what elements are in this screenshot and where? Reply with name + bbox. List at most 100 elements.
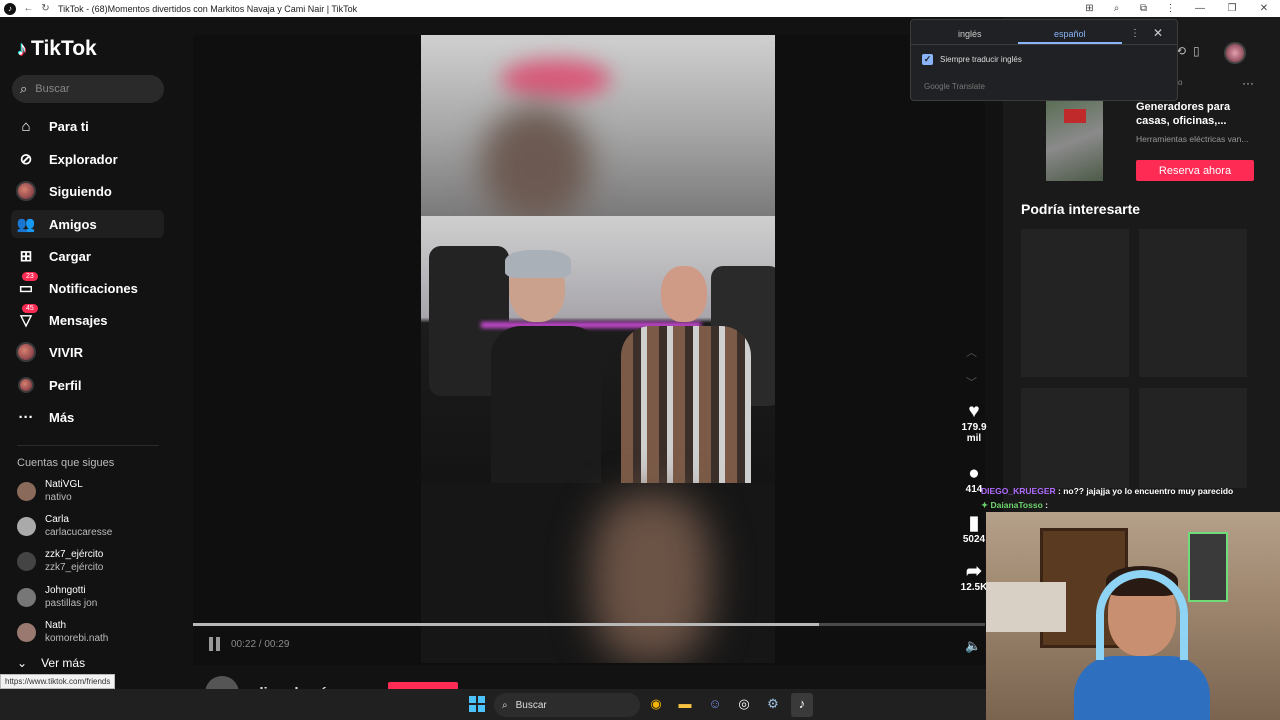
search-input[interactable] [35,83,146,95]
suggested-video-tile[interactable] [1139,229,1247,377]
following-sub: carlacucaresse [45,527,113,538]
translate-popup: inglés español ⋮ ✕ ✓ Siempre traducir in… [910,19,1178,101]
avatar[interactable] [1224,42,1246,64]
window-controls: ⊞ ⌕ ⧉ ⋮ — ❐ ✕ [1076,0,1280,17]
video-player[interactable] [421,35,775,663]
brand-name: TikTok [31,37,97,60]
menu-icon[interactable]: ⋮ [1157,3,1184,14]
page-title: TikTok - (68)Momentos divertidos con Mar… [58,3,358,14]
maximize-icon[interactable]: ❐ [1216,3,1248,14]
suggested-video-tile[interactable] [1021,229,1129,377]
following-item[interactable]: zzk7_ejército zzk7_ejército [17,547,167,575]
sidebar: ♪ TikTok ⌕ ⌂ Para ti ⊘ Explorador Siguie… [0,17,178,689]
nav-item-amigos[interactable]: 👥 Amigos [11,210,164,238]
avatar-icon [16,181,36,201]
steam-icon[interactable]: ⚙ [764,695,782,713]
nav-label: Mensajes [49,312,108,328]
pause-icon[interactable] [209,637,221,651]
nav-label: Cargar [49,248,91,264]
following-name: Nath [45,620,67,631]
following-item[interactable]: Johngotti pastillas jon [17,583,167,611]
chat-message: : no?? jajajja yo lo encuentro muy parec… [1058,486,1234,496]
taskbar-search[interactable]: ⌕ Buscar [494,693,640,717]
like-count-unit: mil [966,433,982,444]
always-translate-checkbox[interactable]: ✓ [922,54,933,65]
windows-start-icon[interactable] [469,696,485,712]
tab-ingles[interactable]: inglés [958,29,982,39]
nav-item-perfil[interactable]: Perfil [11,371,164,399]
tiktok-note-icon: ♪ [17,37,27,60]
video-blur-top [421,35,775,225]
close-icon[interactable]: ✕ [1153,26,1163,40]
following-item[interactable]: Nath komorebi.nath [17,618,167,646]
suggested-video-tile[interactable] [1139,388,1247,488]
stream-chat: DIEGO_KRUEGER : no?? jajajja yo lo encue… [981,484,1280,512]
video-progress-bar[interactable] [193,623,985,626]
nav-label: Perfil [49,377,82,393]
avatar [17,587,36,607]
reserve-button[interactable]: Reserva ahora [1136,160,1254,181]
video-feed: 00:22 / 00:29 🔈 [193,35,985,665]
following-sub: zzk7_ejército [45,562,104,573]
progress-fill [193,623,819,626]
divider [17,445,159,446]
chevron-up-icon[interactable]: ︿ [966,344,977,360]
tiktok-app-icon[interactable]: ♪ [793,695,811,713]
compass-icon: ⊘ [19,151,33,168]
extensions-icon[interactable]: ⧉ [1130,3,1157,14]
tiktok-logo[interactable]: ♪ TikTok [17,37,97,61]
ad-title[interactable]: Generadores para casas, oficinas,... [1136,100,1256,128]
minimize-icon[interactable]: — [1184,3,1216,14]
chat-user: DaianaTosso [990,500,1043,510]
nav-item-explorador[interactable]: ⊘ Explorador [11,145,164,173]
following-name: zzk7_ejército [45,549,104,560]
chrome-icon[interactable]: ◉ [647,695,665,713]
upload-icon: ⊞ [19,248,33,265]
nav-item-notificaciones[interactable]: ▭ 23 Notificaciones [11,272,164,302]
chat-line: ✦ DaianaTosso : [981,498,1280,512]
reload-icon[interactable]: ↻ [37,0,54,17]
see-more-button[interactable]: ⌄ Ver más [17,656,85,670]
nav-item-cargar[interactable]: ⊞ Cargar [11,242,164,270]
profile-icon [16,375,36,395]
following-name: Carla [45,514,69,525]
device-icon[interactable]: ▯ [1193,44,1200,58]
friends-icon: 👥 [16,216,36,233]
tab-espanol[interactable]: español [1054,29,1086,39]
search-box[interactable]: ⌕ [12,75,164,103]
nav-item-vivir[interactable]: VIVIR [11,338,164,366]
google-translate-label: Google Translate [924,82,985,91]
close-icon[interactable]: ✕ [1248,3,1280,14]
folder-icon[interactable]: ▬ [676,695,694,713]
following-sub: pastillas jon [45,598,98,609]
zoom-icon[interactable]: ⌕ [1103,3,1130,14]
chevron-down-icon: ⌄ [17,656,28,670]
following-name: NatiVGL [45,479,83,490]
discord-icon[interactable]: ☺ [706,695,724,713]
more-options-icon[interactable]: ··· [1242,76,1254,90]
nav-item-siguiendo[interactable]: Siguiendo [11,177,164,205]
nav-label: Para ti [49,118,89,134]
following-heading: Cuentas que sigues [17,457,115,469]
following-item[interactable]: NatiVGL nativo [17,477,167,505]
notification-badge: 23 [22,272,38,281]
volume-icon[interactable]: 🔈 [965,638,981,654]
search-icon: ⌕ [20,81,28,96]
more-options-icon[interactable]: ⋮ [1130,28,1140,39]
following-item[interactable]: Carla carlacucaresse [17,512,167,540]
nav-item-mas[interactable]: ··· Más [11,403,164,431]
messages-icon: ▽ 45 [16,304,38,330]
obs-icon[interactable]: ◎ [735,695,753,713]
nav-item-para-ti[interactable]: ⌂ Para ti [11,112,164,140]
ad-thumbnail[interactable] [1046,101,1103,181]
nav-label: Explorador [49,151,118,167]
messages-badge: 45 [22,304,38,313]
like-button[interactable]: ♥ 179.9 mil [958,402,990,445]
back-icon[interactable]: ← [20,0,37,17]
translate-icon[interactable]: ⊞ [1076,3,1103,14]
comment-icon: ● [968,463,980,484]
tiktok-favicon-icon: ♪ [4,2,16,15]
chevron-down-icon[interactable]: ﹀ [966,374,977,390]
suggested-video-tile[interactable] [1021,388,1129,488]
nav-item-mensajes[interactable]: ▽ 45 Mensajes [11,304,164,334]
